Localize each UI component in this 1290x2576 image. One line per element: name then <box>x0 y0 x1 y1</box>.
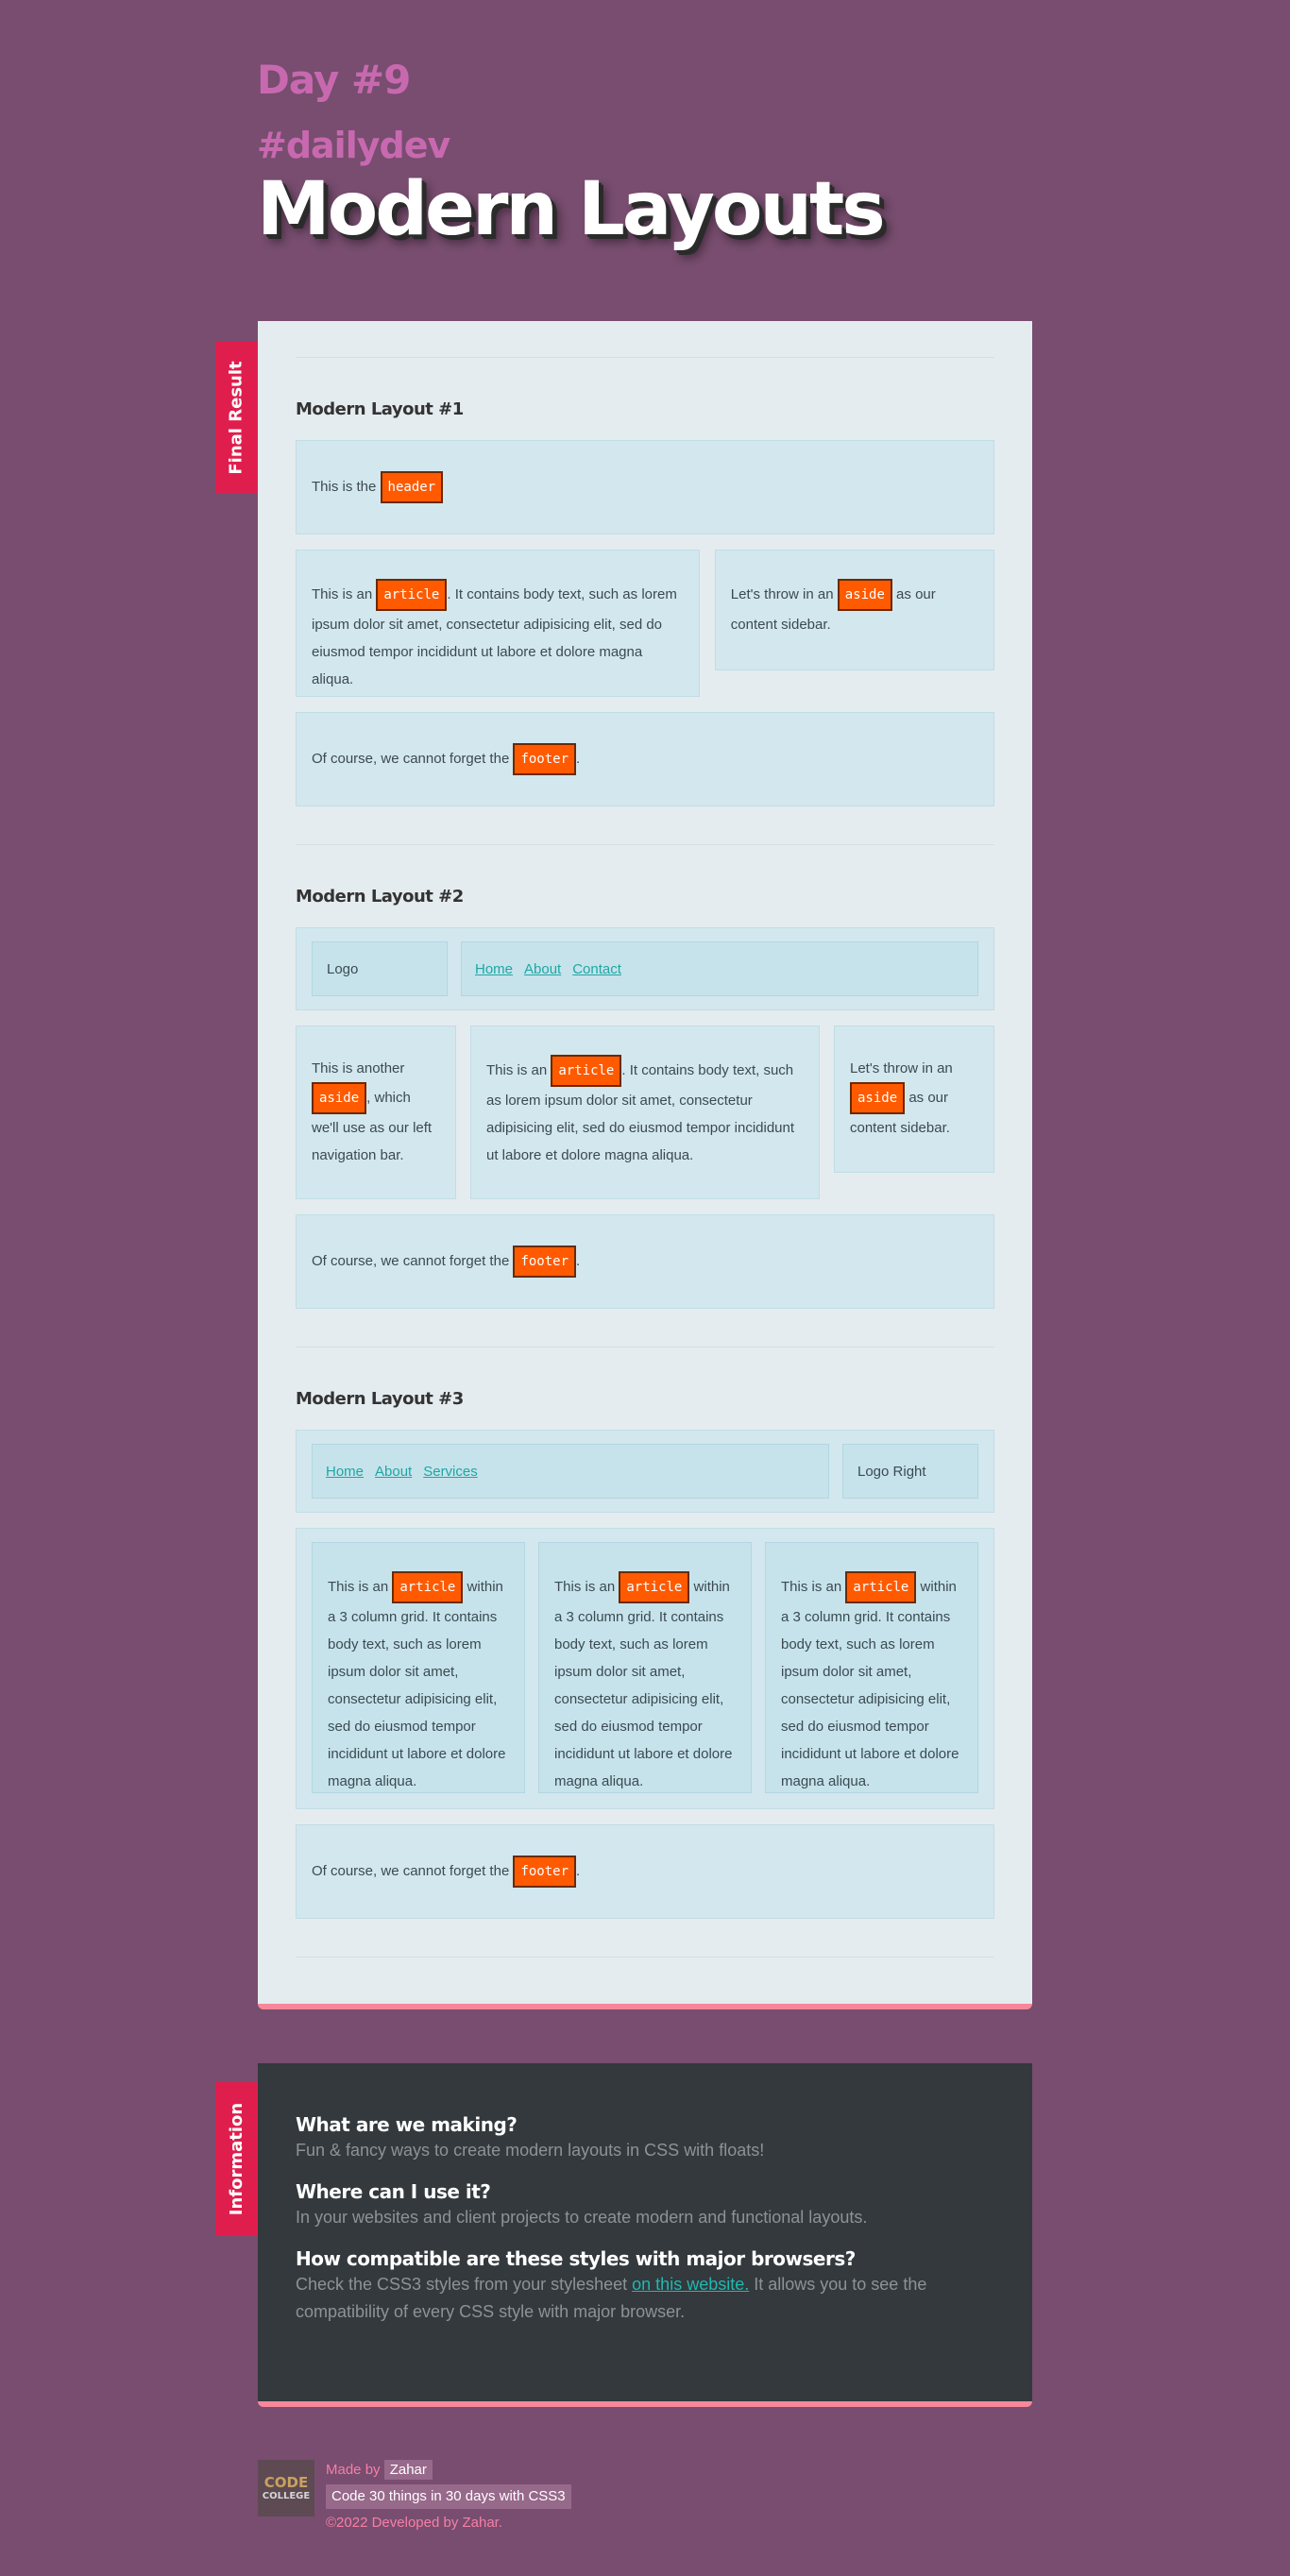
footer-code-tag: footer <box>513 1246 577 1278</box>
footer-code-tag: footer <box>513 743 577 775</box>
header-code-tag: header <box>380 471 444 503</box>
footer-text: Made by Zahar Code 30 things in 30 days … <box>326 2460 571 2534</box>
layout-3-title: Modern Layout #3 <box>296 1389 464 1409</box>
layout-2-content-row: This is another aside, which we'll use a… <box>296 1025 994 1199</box>
article-code-tag: article <box>551 1055 622 1087</box>
nav-about-link[interactable]: About <box>375 1458 412 1485</box>
information-ribbon: Information <box>215 2082 258 2235</box>
answer-1: Fun & fancy ways to create modern layout… <box>296 2141 765 2160</box>
page-footer: CODE COLLEGE Made by Zahar Code 30 thing… <box>258 2460 1032 2534</box>
divider <box>296 357 994 358</box>
logo-right-text: Logo Right <box>857 1463 926 1480</box>
layout-2-article: This is an article. It contains body tex… <box>470 1025 820 1199</box>
layout-2-footer: Of course, we cannot forget the footer. <box>296 1214 994 1309</box>
article-code-tag: article <box>392 1571 464 1603</box>
author-name[interactable]: Zahar <box>383 2460 433 2480</box>
nav-home-link[interactable]: Home <box>475 956 513 983</box>
nav-contact-link[interactable]: Contact <box>572 956 621 983</box>
aside-code-tag: aside <box>850 1082 906 1114</box>
layout-3-grid: This is an article within a 3 column gri… <box>296 1528 994 1809</box>
code-college-logo[interactable]: CODE COLLEGE <box>258 2460 314 2517</box>
layout-1-aside: Let's throw in an aside as our content s… <box>714 550 994 670</box>
information-card: Information What are we making? Fun & fa… <box>215 2063 1032 2407</box>
nav-home-link[interactable]: Home <box>326 1458 364 1485</box>
logo-right-box: Logo Right <box>842 1444 978 1499</box>
page-title: Modern Layouts <box>257 166 886 252</box>
layout-2-header: Logo Home About Contact <box>296 927 994 1010</box>
grid-column-article: This is an article within a 3 column gri… <box>312 1542 525 1793</box>
article-code-tag: article <box>376 579 448 611</box>
nav-about-link[interactable]: About <box>524 956 561 983</box>
made-by-label: Made by <box>326 2462 384 2478</box>
header-text: This is the header <box>312 471 444 503</box>
divider <box>296 844 994 845</box>
nav-bar: Home About Contact <box>461 941 978 996</box>
page-header: Day #9 #dailydev Modern Layouts <box>257 57 1031 251</box>
article-code-tag: article <box>619 1571 690 1603</box>
layout-3-header: Home About Services Logo Right <box>296 1430 994 1513</box>
grid-column-article: This is an article within a 3 column gri… <box>765 1542 978 1793</box>
day-label: Day #9 <box>257 57 411 103</box>
answer-2: In your websites and client projects to … <box>296 2208 868 2227</box>
grid-column-article: This is an article within a 3 column gri… <box>538 1542 752 1793</box>
layout-1-footer: Of course, we cannot forget the footer. <box>296 712 994 806</box>
aside-code-tag: aside <box>312 1082 367 1114</box>
layout-2-right-aside: Let's throw in an aside as our content s… <box>834 1025 994 1173</box>
aside-code-tag: aside <box>837 579 892 611</box>
question-2: Where can I use it? <box>296 2180 491 2203</box>
logo-text: Logo <box>327 960 359 977</box>
layout-1-header: This is the header <box>296 440 994 534</box>
question-1: What are we making? <box>296 2113 518 2136</box>
answer-3: Check the CSS3 styles from your styleshe… <box>296 2275 927 2321</box>
project-name[interactable]: Code 30 things in 30 days with CSS3 <box>326 2484 571 2509</box>
question-3: How compatible are these styles with maj… <box>296 2247 856 2270</box>
article-code-tag: article <box>845 1571 917 1603</box>
layout-2-left-aside: This is another aside, which we'll use a… <box>296 1025 456 1199</box>
logo-box: Logo <box>312 941 448 996</box>
nav-bar: Home About Services <box>312 1444 829 1499</box>
nav-services-link[interactable]: Services <box>423 1458 478 1485</box>
layout-1-title: Modern Layout #1 <box>296 399 464 419</box>
layout-3-footer: Of course, we cannot forget the footer. <box>296 1824 994 1919</box>
final-result-card: Final Result Modern Layout #1 This is th… <box>215 321 1032 2009</box>
layout-1-article: This is an article. It contains body tex… <box>296 550 700 697</box>
footer-code-tag: footer <box>513 1856 577 1888</box>
layout-2-title: Modern Layout #2 <box>296 887 464 907</box>
compatibility-link[interactable]: on this website. <box>632 2275 749 2294</box>
final-result-ribbon: Final Result <box>215 342 258 493</box>
layout-1-content-row: This is an article. It contains body tex… <box>296 550 994 697</box>
copyright: ©2022 Developed by Zahar. <box>326 2515 503 2531</box>
hashtag-label: #dailydev <box>257 125 450 167</box>
